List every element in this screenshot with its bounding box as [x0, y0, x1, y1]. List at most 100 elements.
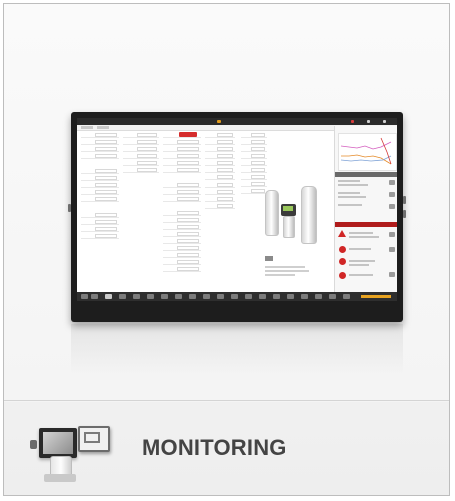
param-row — [123, 132, 159, 138]
side-panel — [334, 126, 397, 292]
param-row — [163, 196, 201, 202]
panel-line — [349, 264, 369, 266]
param-row — [205, 153, 235, 159]
monitor-screen — [77, 118, 397, 301]
param-row — [81, 175, 119, 181]
settings-icon — [383, 120, 386, 123]
param-row — [163, 153, 201, 159]
param-row — [123, 167, 159, 173]
toolbar-icon[interactable] — [287, 294, 294, 299]
panel-button[interactable] — [389, 180, 395, 185]
param-row — [163, 160, 201, 166]
param-row — [163, 217, 201, 223]
panel-line — [338, 184, 368, 186]
panel-button[interactable] — [389, 204, 395, 209]
param-row — [163, 167, 201, 173]
param-row — [123, 139, 159, 145]
panel-button[interactable] — [389, 272, 395, 277]
note-marker — [265, 256, 273, 261]
panel-header — [335, 172, 397, 177]
toolbar-icon[interactable] — [315, 294, 322, 299]
product-preview — [4, 4, 449, 402]
param-row — [241, 160, 267, 166]
param-row — [241, 146, 267, 152]
panel-button[interactable] — [389, 247, 395, 252]
toolbar-icon[interactable] — [329, 294, 336, 299]
pump-device — [281, 204, 296, 216]
param-row — [205, 167, 235, 173]
toolbar-icon[interactable] — [161, 294, 168, 299]
toolbar-icon[interactable] — [119, 294, 126, 299]
param-row — [241, 139, 267, 145]
mini-pump-base — [44, 474, 76, 482]
param-row — [163, 189, 201, 195]
toolbar-icon[interactable] — [175, 294, 182, 299]
user-icon — [367, 120, 370, 123]
monitoring-card[interactable]: MONITORING — [3, 3, 450, 496]
toolbar-icon[interactable] — [217, 294, 224, 299]
tab-1 — [81, 126, 93, 129]
param-row — [205, 203, 235, 209]
panel-line — [338, 204, 362, 206]
param-row — [163, 139, 201, 145]
param-row — [123, 146, 159, 152]
panel-line — [349, 236, 379, 238]
pump-body — [283, 216, 295, 238]
toolbar-icon[interactable] — [273, 294, 280, 299]
monitor-right-handle-2 — [403, 210, 406, 218]
panel-line — [338, 180, 360, 182]
toolbar-icon[interactable] — [231, 294, 238, 299]
toolbar-icon[interactable] — [81, 294, 88, 299]
note-line — [265, 266, 305, 268]
panel-button[interactable] — [389, 232, 395, 237]
toolbar-icon[interactable] — [259, 294, 266, 299]
panel-button[interactable] — [389, 192, 395, 197]
toolbar-icon[interactable] — [203, 294, 210, 299]
param-row — [241, 153, 267, 159]
canister-right — [301, 186, 317, 244]
toolbar-icon[interactable] — [343, 294, 350, 299]
trend-chart — [338, 133, 397, 171]
param-row — [163, 252, 201, 258]
param-row — [205, 182, 235, 188]
monitor-reflection — [71, 324, 403, 376]
note-line — [265, 270, 309, 272]
param-row — [81, 233, 119, 239]
toolbar-icon[interactable] — [301, 294, 308, 299]
param-row — [163, 182, 201, 188]
param-row — [163, 146, 201, 152]
param-row — [205, 132, 235, 138]
toolbar-icon[interactable] — [91, 294, 98, 299]
alarm-icon — [339, 258, 346, 265]
mini-monitor-handle — [30, 440, 37, 449]
alarm-indicator-icon — [351, 120, 354, 123]
toolbar-icon[interactable] — [105, 294, 112, 299]
param-row — [81, 212, 119, 218]
card-title[interactable]: MONITORING — [142, 435, 287, 461]
param-row — [163, 132, 201, 138]
status-progress — [361, 295, 391, 298]
alarm-icon — [339, 272, 346, 279]
param-row — [205, 196, 235, 202]
device-illustration — [263, 186, 325, 296]
toolbar-icon[interactable] — [245, 294, 252, 299]
param-row — [81, 189, 119, 195]
param-row — [163, 266, 201, 272]
toolbar-icon[interactable] — [147, 294, 154, 299]
alarm-panel-header — [335, 222, 397, 227]
param-row — [205, 160, 235, 166]
toolbar-icon[interactable] — [189, 294, 196, 299]
param-row — [241, 132, 267, 138]
panel-line — [338, 192, 360, 194]
param-row — [81, 153, 119, 159]
panel-line — [349, 274, 373, 276]
toolbar-icon[interactable] — [133, 294, 140, 299]
param-row — [205, 174, 235, 180]
param-row — [163, 231, 201, 237]
param-row — [163, 224, 201, 230]
monitor-screenshot — [68, 112, 406, 322]
param-row — [205, 139, 235, 145]
monitor-right-handle — [403, 196, 406, 204]
param-row — [241, 174, 267, 180]
card-divider — [4, 400, 449, 401]
